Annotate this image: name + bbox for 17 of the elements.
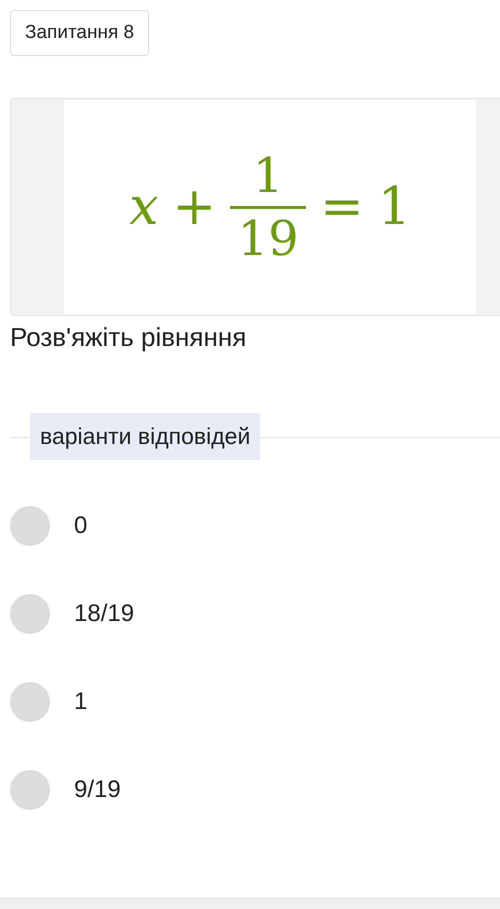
option-label[interactable]: 18/19 (74, 600, 134, 628)
formula-result: 1 (378, 177, 411, 237)
option-label[interactable]: 9/19 (74, 776, 121, 804)
answers-legend: варіанти відповідей (30, 413, 260, 460)
formula-equals: = (320, 177, 364, 237)
radio-button[interactable] (10, 682, 50, 722)
question-badge: Запитання 8 (10, 10, 150, 56)
option-label[interactable]: 0 (74, 512, 88, 540)
radio-button[interactable] (10, 506, 50, 546)
radio-button[interactable] (10, 594, 50, 634)
formula-numerator: 1 (252, 152, 284, 200)
formula-variable: x (129, 177, 159, 237)
formula-denominator: 19 (238, 214, 299, 262)
radio-button[interactable] (10, 770, 50, 810)
formula-operator: + (172, 177, 216, 237)
question-prompt: Розв'яжіть рівняння (10, 322, 246, 353)
option-label[interactable]: 1 (74, 688, 88, 716)
